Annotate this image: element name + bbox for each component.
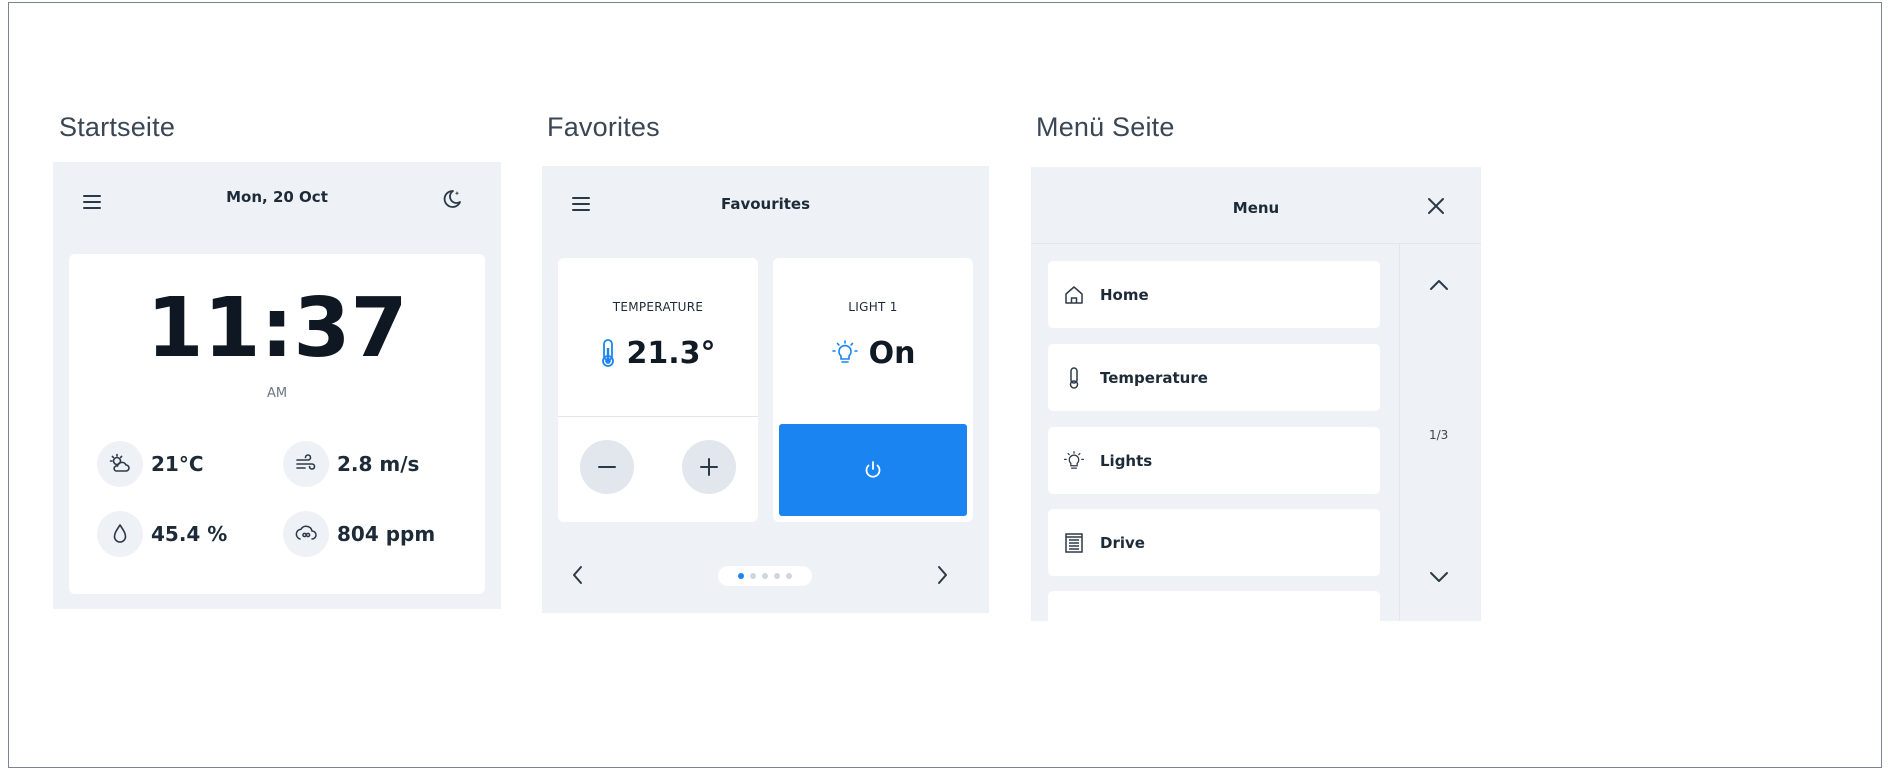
menu-title: Menu <box>1232 199 1280 217</box>
droplet-icon <box>97 511 143 557</box>
bulb-icon <box>831 339 859 367</box>
night-mode-icon[interactable] <box>441 188 463 210</box>
light-power-button[interactable] <box>779 424 967 516</box>
metric-humidity: 45.4 % <box>97 510 227 558</box>
temperature-tile-value: 21.3° <box>626 335 716 371</box>
wind-value: 2.8 m/s <box>337 452 420 476</box>
menu-scroll-column: 1/3 <box>1399 244 1481 621</box>
metric-co2: 804 ppm <box>283 510 435 558</box>
close-icon[interactable] <box>1427 197 1445 215</box>
section-title-favorites: Favorites <box>547 112 660 142</box>
humidity-value: 45.4 % <box>151 522 228 546</box>
increase-button[interactable] <box>682 440 736 494</box>
metric-temperature: 21°C <box>97 440 204 488</box>
favorites-screen: Favourites TEMPERATURE 21.3° LIGHT 1 On <box>542 166 989 613</box>
temperature-value: 21°C <box>151 452 204 476</box>
favorites-title: Favourites <box>720 195 811 213</box>
menu-item-home[interactable]: Home <box>1048 261 1380 328</box>
light-tile-value: On <box>868 335 916 371</box>
tile-divider <box>558 416 758 417</box>
blinds-icon <box>1062 531 1086 555</box>
page-dot[interactable] <box>774 573 780 579</box>
scroll-down-icon[interactable] <box>1428 570 1450 584</box>
temperature-tile-value-row: 21.3° <box>558 328 758 378</box>
menu-item-temperature[interactable]: Temperature <box>1048 344 1380 411</box>
next-page-icon[interactable] <box>934 564 950 586</box>
page-dot[interactable] <box>786 573 792 579</box>
favorites-header: Favourites <box>542 166 989 244</box>
sun-cloud-icon <box>97 441 143 487</box>
page-dot[interactable] <box>750 573 756 579</box>
co2-value: 804 ppm <box>337 522 436 546</box>
co2-icon <box>283 511 329 557</box>
start-header: Mon, 20 Oct <box>53 162 501 240</box>
menu-item-label: Home <box>1100 285 1149 304</box>
metric-wind: 2.8 m/s <box>283 440 419 488</box>
page-dot[interactable] <box>762 573 768 579</box>
menu-item-drive[interactable]: Drive <box>1048 509 1380 576</box>
page-indicator <box>718 566 812 586</box>
light-tile-label: LIGHT 1 <box>848 300 898 314</box>
scroll-up-icon[interactable] <box>1428 278 1450 292</box>
clock-time: 11:37 <box>146 281 408 376</box>
page-dot[interactable] <box>738 573 744 579</box>
menu-item-partial[interactable] <box>1048 591 1380 621</box>
date-label: Mon, 20 Oct <box>226 188 328 206</box>
wind-icon <box>283 441 329 487</box>
clock-card: 11:37 AM 21°C 2.8 m/s 45.4 % 804 ppm <box>69 254 485 594</box>
clock-ampm: AM <box>266 386 288 401</box>
home-icon <box>1062 283 1086 307</box>
menu-item-lights[interactable]: Lights <box>1048 427 1380 494</box>
section-title-menu: Menü Seite <box>1036 112 1175 142</box>
temperature-tile-label: TEMPERATURE <box>612 300 704 314</box>
menu-item-label: Temperature <box>1100 368 1208 387</box>
menu-screen: Menu 1/3 Home Temperature Lights Drive <box>1031 167 1481 621</box>
light-tile-value-row: On <box>773 328 973 378</box>
decrease-button[interactable] <box>580 440 634 494</box>
menu-item-label: Lights <box>1100 451 1153 470</box>
thermometer-icon <box>1062 366 1086 390</box>
partial-icon <box>1062 613 1086 621</box>
menu-page-counter: 1/3 <box>1429 428 1449 442</box>
section-title-start: Startseite <box>59 112 176 142</box>
temperature-tile: TEMPERATURE 21.3° <box>558 258 758 522</box>
thermometer-icon <box>600 338 616 368</box>
start-screen: Mon, 20 Oct 11:37 AM 21°C 2.8 m/s 45.4 %… <box>53 162 501 609</box>
bulb-icon <box>1062 449 1086 473</box>
menu-item-label: Drive <box>1100 533 1145 552</box>
previous-page-icon[interactable] <box>570 564 586 586</box>
light-tile: LIGHT 1 On <box>773 258 973 522</box>
menu-header: Menu <box>1031 167 1481 244</box>
